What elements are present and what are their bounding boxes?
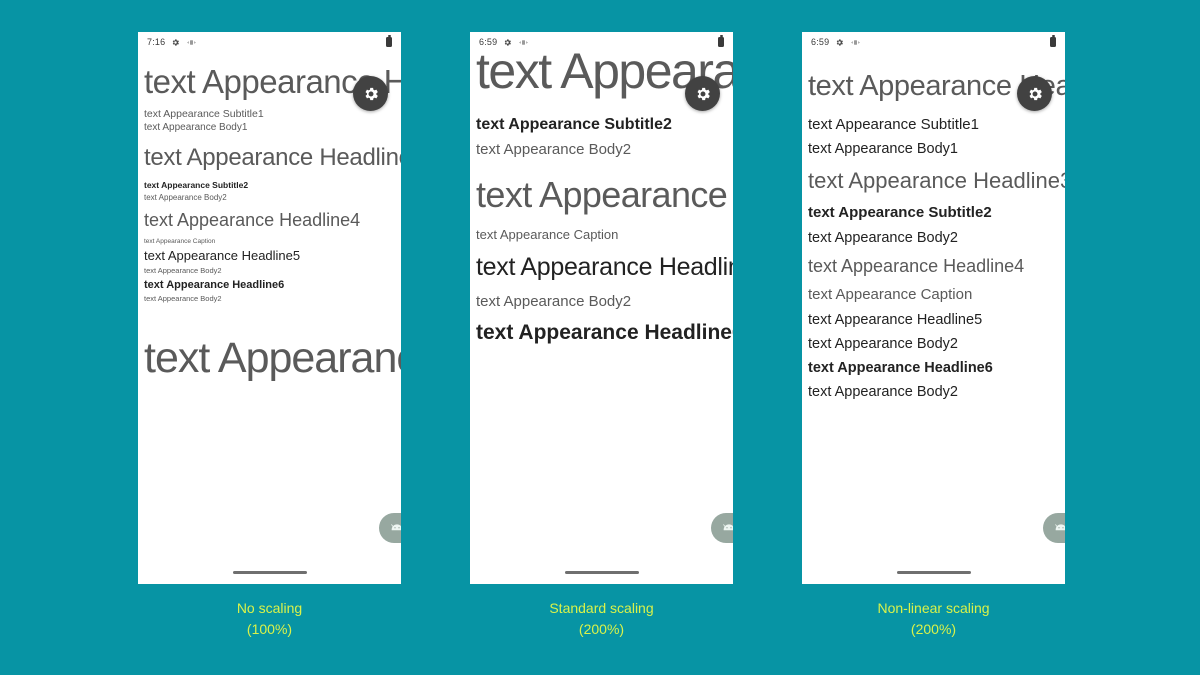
line-headline4: text Appearance Headline4 xyxy=(808,256,1025,276)
home-indicator[interactable] xyxy=(232,570,307,574)
caption-title: No scaling xyxy=(236,600,303,616)
battery-icon xyxy=(1050,35,1056,47)
settings-fab-button[interactable] xyxy=(353,76,388,111)
status-bar-left: 6:59 xyxy=(479,37,529,47)
status-bar-left: 7:16 xyxy=(147,37,197,47)
line-body2: text Appearance Body2 xyxy=(808,230,958,246)
line-headline3: text Appearance Headline3 xyxy=(808,168,1065,193)
line-body2: text Appearance Body2 xyxy=(808,384,958,400)
line-headline-large: text Appearance xyxy=(144,334,401,382)
status-bar: 6:59 xyxy=(802,32,1065,52)
line-subtitle2: text Appearance Subtitle2 xyxy=(808,204,992,221)
settings-fab-button[interactable] xyxy=(685,76,720,111)
caption-title: Standard scaling xyxy=(549,600,654,616)
caption-value: (100%) xyxy=(246,621,293,637)
caption-title: Non-linear scaling xyxy=(877,600,990,616)
line-body2: text Appearance Body2 xyxy=(808,336,958,352)
line-subtitle2: text Appearance Subtitle2 xyxy=(476,116,672,133)
gear-icon xyxy=(1029,87,1042,100)
type-scale-list: text Appearance Headline2 text Appearanc… xyxy=(802,52,1065,584)
caption-standard-scaling: Standard scaling (200%) xyxy=(470,598,733,640)
status-bar: 7:16 xyxy=(138,32,401,52)
line-body2: text Appearance Body2 xyxy=(144,294,222,303)
android-chip-button[interactable] xyxy=(1043,513,1065,543)
caption-no-scaling: No scaling (100%) xyxy=(138,598,401,640)
line-body1: text Appearance Body1 xyxy=(808,141,958,157)
caption-non-linear-scaling: Non-linear scaling (200%) xyxy=(802,598,1065,640)
type-scale-list: text Appearance Headline3 text Appearanc… xyxy=(470,52,733,584)
status-bar-clock: 7:16 xyxy=(147,37,166,47)
gear-icon xyxy=(365,87,378,100)
caption-value: (200%) xyxy=(910,621,957,637)
status-bar-left: 6:59 xyxy=(811,37,861,47)
line-subtitle1: text Appearance Subtitle1 xyxy=(144,108,264,120)
gear-icon xyxy=(837,38,844,46)
vibrate-icon xyxy=(187,39,197,45)
gear-icon xyxy=(697,87,710,100)
phone-preview-no-scaling: 7:16 text Appearance Headline2 text Appe… xyxy=(138,32,401,584)
android-icon xyxy=(391,524,401,531)
screenshot-stage: 7:16 text Appearance Headline2 text Appe… xyxy=(0,0,1200,675)
vibrate-icon xyxy=(851,39,861,45)
line-caption: text Appearance Caption xyxy=(476,227,619,242)
line-body2: text Appearance Body2 xyxy=(144,266,222,275)
line-headline6: text Appearance Headline6 xyxy=(808,360,993,376)
line-body2: text Appearance Body2 xyxy=(144,193,227,202)
status-bar-clock: 6:59 xyxy=(479,37,498,47)
line-headline6: text Appearance Headline6 xyxy=(144,279,285,291)
android-chip-button[interactable] xyxy=(711,513,733,543)
phone-preview-standard-scaling: 6:59 text Appearance Headline3 text Appe… xyxy=(470,32,733,584)
line-headline5: text Appearance Headline5 xyxy=(808,312,983,328)
line-caption: text Appearance Caption xyxy=(144,238,216,245)
type-scale-list: text Appearance Headline2 text Appearanc… xyxy=(138,52,401,584)
gear-icon xyxy=(505,38,512,46)
home-indicator[interactable] xyxy=(896,570,971,574)
line-headline4: text Appearance Headline4 xyxy=(476,174,733,215)
line-body2: text Appearance Body2 xyxy=(476,141,632,158)
battery-icon xyxy=(386,35,392,47)
line-subtitle2: text Appearance Subtitle2 xyxy=(144,180,249,190)
android-icon xyxy=(723,524,733,531)
battery-icon xyxy=(718,35,724,47)
line-headline5: text Appearance Headline5 xyxy=(476,253,733,281)
status-bar-clock: 6:59 xyxy=(811,37,830,47)
gear-icon xyxy=(173,38,180,46)
line-headline3: text Appearance Headline3 xyxy=(144,144,401,171)
home-indicator[interactable] xyxy=(564,570,639,574)
phone-preview-non-linear-scaling: 6:59 text Appearance Headline2 text Appe… xyxy=(802,32,1065,584)
android-chip-button[interactable] xyxy=(379,513,401,543)
vibrate-icon xyxy=(519,39,529,45)
caption-value: (200%) xyxy=(578,621,625,637)
line-headline5: text Appearance Headline5 xyxy=(144,248,301,263)
line-subtitle1: text Appearance Subtitle1 xyxy=(808,116,979,133)
line-body2: text Appearance Body2 xyxy=(476,293,632,310)
line-headline6: text Appearance Headline6 xyxy=(476,321,733,344)
line-body1: text Appearance Body1 xyxy=(144,122,248,133)
line-caption: text Appearance Caption xyxy=(808,286,973,303)
android-icon xyxy=(1055,524,1065,531)
line-headline4: text Appearance Headline4 xyxy=(144,210,361,230)
settings-fab-button[interactable] xyxy=(1017,76,1052,111)
status-bar: 6:59 xyxy=(470,32,733,52)
